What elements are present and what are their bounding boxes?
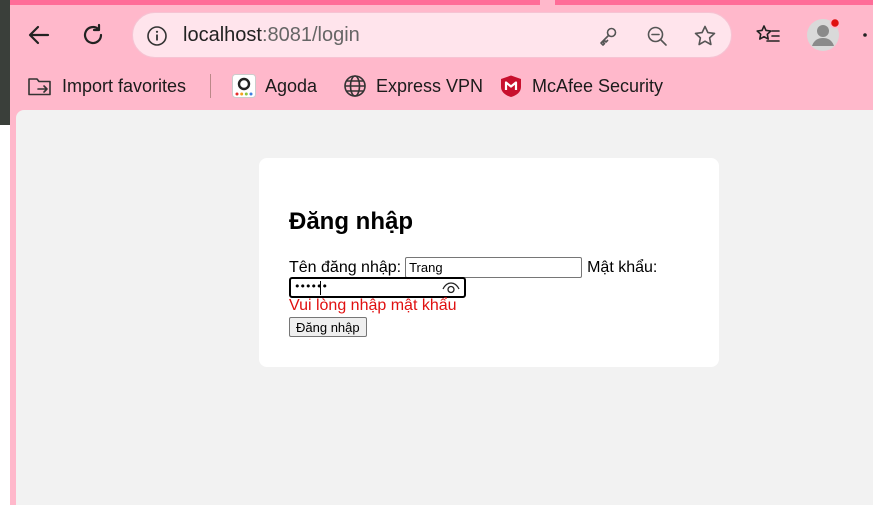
error-message: Vui lòng nhập mật khẩu xyxy=(289,297,457,314)
url-host: localhost xyxy=(183,24,262,46)
favorite-star-icon[interactable] xyxy=(693,24,717,48)
username-label: Tên đăng nhập: xyxy=(289,258,402,276)
bookmark-express-vpn[interactable]: Express VPN xyxy=(343,72,483,100)
bookmarks-bar: Import favorites Agoda Express VPN McAfe… xyxy=(10,65,873,107)
password-label: Mật khẩu: xyxy=(587,258,658,276)
refresh-button[interactable] xyxy=(73,15,113,55)
more-dots-icon xyxy=(863,33,867,37)
more-menu-button[interactable] xyxy=(852,15,872,55)
text-caret xyxy=(320,281,321,295)
zoom-out-icon[interactable] xyxy=(645,24,669,48)
browser-toolbar: localhost:8081/login xyxy=(10,5,873,65)
bookmark-label: McAfee Security xyxy=(532,75,664,96)
favorites-list-icon xyxy=(756,25,780,42)
bookmarks-separator xyxy=(210,74,211,98)
url-text[interactable]: localhost:8081/login xyxy=(183,24,360,47)
avatar-icon xyxy=(807,18,840,51)
username-input[interactable] xyxy=(405,257,583,278)
import-folder-icon xyxy=(28,78,51,96)
refresh-icon xyxy=(83,23,103,45)
back-arrow-icon xyxy=(28,25,50,45)
url-path: :8081/login xyxy=(261,24,360,46)
left-window-strip xyxy=(0,0,10,505)
bookmark-label: Agoda xyxy=(265,75,318,96)
profile-button[interactable] xyxy=(803,15,843,55)
agoda-logo-icon xyxy=(232,74,256,98)
login-card: Đăng nhập Tên đăng nhập: Mật khẩu: •••••… xyxy=(259,158,719,367)
mcafee-shield-icon xyxy=(501,75,521,97)
bookmark-mcafee-security[interactable]: McAfee Security xyxy=(499,72,663,100)
background-window-edge xyxy=(0,0,10,125)
bookmark-label: Import favorites xyxy=(62,75,187,96)
key-icon[interactable] xyxy=(596,24,620,48)
favorites-button[interactable] xyxy=(748,15,788,55)
globe-icon xyxy=(344,75,366,97)
password-input[interactable]: •••••• xyxy=(289,277,466,298)
page-title: Đăng nhập xyxy=(289,208,413,235)
back-button[interactable] xyxy=(19,15,59,55)
page-viewport: Đăng nhập Tên đăng nhập: Mật khẩu: •••••… xyxy=(16,110,873,505)
bookmark-label: Express VPN xyxy=(376,75,484,96)
bookmark-import-favorites[interactable]: Import favorites xyxy=(27,72,186,100)
username-row: Tên đăng nhập: Mật khẩu: xyxy=(289,257,657,278)
address-bar[interactable]: localhost:8081/login xyxy=(132,12,732,58)
login-submit-button[interactable]: Đăng nhập xyxy=(289,317,367,337)
site-info-icon[interactable] xyxy=(145,24,169,48)
bookmark-agoda[interactable]: Agoda xyxy=(232,72,317,100)
password-masked-value: •••••• xyxy=(294,280,328,293)
show-password-eye-icon[interactable] xyxy=(442,280,460,296)
